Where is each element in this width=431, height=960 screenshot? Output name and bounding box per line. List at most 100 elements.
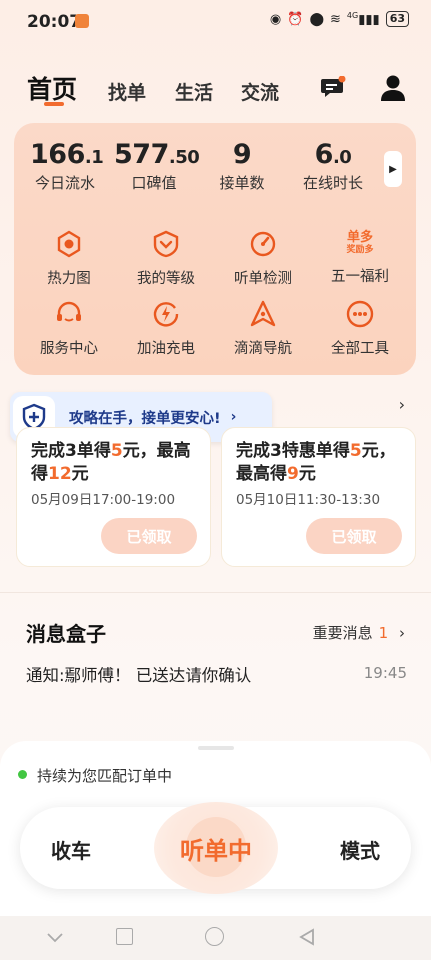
reward-max-amount: 12: [48, 464, 72, 484]
charge-icon: [153, 302, 179, 327]
reward-title: 完成3单得5元，最高得12元: [31, 440, 201, 486]
tip-text: 攻略在手，接单更安心!: [69, 410, 221, 427]
stat-value-decimal: .50: [168, 147, 200, 168]
status-icons: ◉ ⏰ ⬤ ≋ 4G▮▮▮ 63: [270, 11, 409, 27]
stat-order-count[interactable]: 9 接单数: [214, 139, 270, 193]
navigation-icon: [250, 300, 276, 327]
tool-order-check[interactable]: 听单检测: [218, 229, 308, 288]
reward-max-amount: 9: [287, 464, 299, 484]
claimed-button[interactable]: 已领取: [306, 518, 402, 554]
battery-icon: 63: [385, 11, 409, 28]
stat-reputation[interactable]: 577.50 口碑值: [114, 139, 200, 193]
tool-label: 滴滴导航: [234, 341, 292, 357]
stop-work-button[interactable]: 收车: [51, 835, 91, 864]
tab-community[interactable]: 交流: [241, 78, 279, 105]
reward-card[interactable]: 完成3单得5元，最高得12元 05月09日17:00-19:00 已领取: [16, 427, 211, 567]
home-circle-icon[interactable]: [205, 927, 224, 946]
reward-title-text: 元: [71, 464, 89, 484]
important-messages-link[interactable]: 重要消息 1 ›: [313, 622, 405, 643]
reward-title-text: 元: [298, 464, 316, 484]
chevron-right-icon: ›: [399, 624, 405, 642]
reward-amount: 5: [349, 441, 362, 461]
reward-amount: 5: [110, 441, 123, 461]
matching-status: 持续为您匹配订单中: [37, 767, 173, 785]
sheet-handle[interactable]: [198, 746, 234, 750]
more-icon: [346, 300, 374, 328]
online-status-dot: [18, 770, 27, 779]
tab-life[interactable]: 生活: [175, 78, 213, 105]
tool-service-center[interactable]: 服务中心: [24, 299, 114, 358]
network-type: 4G: [346, 11, 359, 20]
tool-may-day-benefit[interactable]: 单多 奖励多 五一福利: [315, 227, 405, 286]
tool-label: 加油充电: [137, 341, 195, 357]
control-bar: 收车 听单中 模式: [20, 802, 411, 894]
tool-label: 五一福利: [331, 269, 389, 285]
message-box: 消息盒子 重要消息 1 › 通知:鄢师傅！ 已送达请你确认 19:45: [0, 592, 431, 712]
tool-label: 热力图: [47, 271, 91, 287]
tool-my-level[interactable]: 我的等级: [121, 229, 211, 288]
promo-badge-bottom: 奖励多: [346, 245, 374, 255]
reward-card[interactable]: 完成3特惠单得5元，最高得9元 05月10日11:30-13:30 已领取: [221, 427, 416, 567]
promo-badge-top: 单多: [346, 230, 373, 245]
message-icon[interactable]: [320, 76, 346, 100]
reward-title-text: 完成3特惠单得: [236, 441, 350, 461]
tool-all-tools[interactable]: 全部工具: [315, 299, 405, 358]
reward-time: 05月09日17:00-19:00: [31, 492, 176, 508]
top-nav: 首页 找单 生活 交流: [0, 64, 431, 114]
signal-icon: 4G▮▮▮: [346, 11, 380, 28]
headset-icon: [57, 301, 81, 322]
tool-heatmap[interactable]: 热力图: [24, 229, 114, 288]
gauge-icon: [250, 231, 276, 257]
active-tab-indicator: [44, 102, 64, 106]
stat-value: 9: [232, 139, 252, 170]
important-messages-label: 重要消息: [312, 624, 373, 642]
level-icon: [153, 230, 179, 258]
recents-square-icon[interactable]: [116, 928, 133, 945]
stat-online-hours[interactable]: 6.0 在线时长: [296, 139, 370, 193]
section-more-chevron-icon[interactable]: ›: [399, 395, 405, 414]
message-time: 19:45: [363, 664, 407, 682]
location-icon: ⬤: [309, 11, 325, 27]
wifi-icon: ≋: [330, 11, 341, 27]
stat-daily-income[interactable]: 166.1 今日流水: [30, 139, 104, 193]
stat-value: 577: [114, 139, 169, 170]
stat-value-decimal: .1: [84, 147, 104, 168]
driver-stats-card: 166.1 今日流水 577.50 口碑值 9 接单数 6.0 在线时长 ▶ 热…: [14, 123, 416, 375]
stat-label: 接单数: [219, 174, 265, 192]
reward-time: 05月10日11:30-13:30: [236, 492, 381, 508]
message-box-title: 消息盒子: [26, 622, 106, 646]
back-icon[interactable]: [46, 928, 64, 946]
system-nav-bar: [0, 916, 431, 960]
reward-title-text: 完成3单得: [31, 441, 111, 461]
tool-didi-navigation[interactable]: 滴滴导航: [218, 299, 308, 358]
important-messages-count: 1: [378, 624, 389, 642]
stat-label: 今日流水: [34, 174, 95, 192]
tool-label: 我的等级: [137, 271, 195, 287]
claimed-button[interactable]: 已领取: [101, 518, 197, 554]
promo-icon: 单多 奖励多: [340, 227, 380, 259]
profile-icon[interactable]: [380, 74, 406, 102]
status-bar: 20:07 ◉ ⏰ ⬤ ≋ 4G▮▮▮ 63: [0, 0, 431, 44]
tool-label: 服务中心: [40, 341, 98, 357]
heatmap-icon: [57, 230, 81, 258]
tab-find-orders[interactable]: 找单: [108, 78, 146, 105]
stats-next-button[interactable]: ▶: [384, 151, 402, 187]
chevron-right-icon: ›: [230, 409, 237, 425]
stat-label: 口碑值: [131, 174, 177, 192]
tool-fuel-charge[interactable]: 加油充电: [121, 299, 211, 358]
divider: [0, 592, 431, 593]
stat-value: 6: [314, 139, 334, 170]
app-notification-icon: [75, 14, 89, 28]
back-triangle-icon[interactable]: [298, 928, 316, 946]
eye-icon: ◉: [269, 11, 282, 27]
tool-label: 全部工具: [331, 341, 389, 357]
stat-label: 在线时长: [302, 174, 363, 192]
status-time: 20:07: [27, 12, 82, 32]
message-notice[interactable]: 通知:鄢师傅！ 已送达请你确认: [26, 662, 251, 686]
tab-home[interactable]: 首页: [27, 70, 77, 106]
listening-button[interactable]: 听单中: [154, 831, 278, 866]
mode-button[interactable]: 模式: [340, 835, 380, 864]
alarm-icon: ⏰: [287, 11, 304, 27]
stat-value: 166: [30, 139, 85, 170]
bottom-sheet: 持续为您匹配订单中 收车 听单中 模式: [0, 741, 431, 916]
